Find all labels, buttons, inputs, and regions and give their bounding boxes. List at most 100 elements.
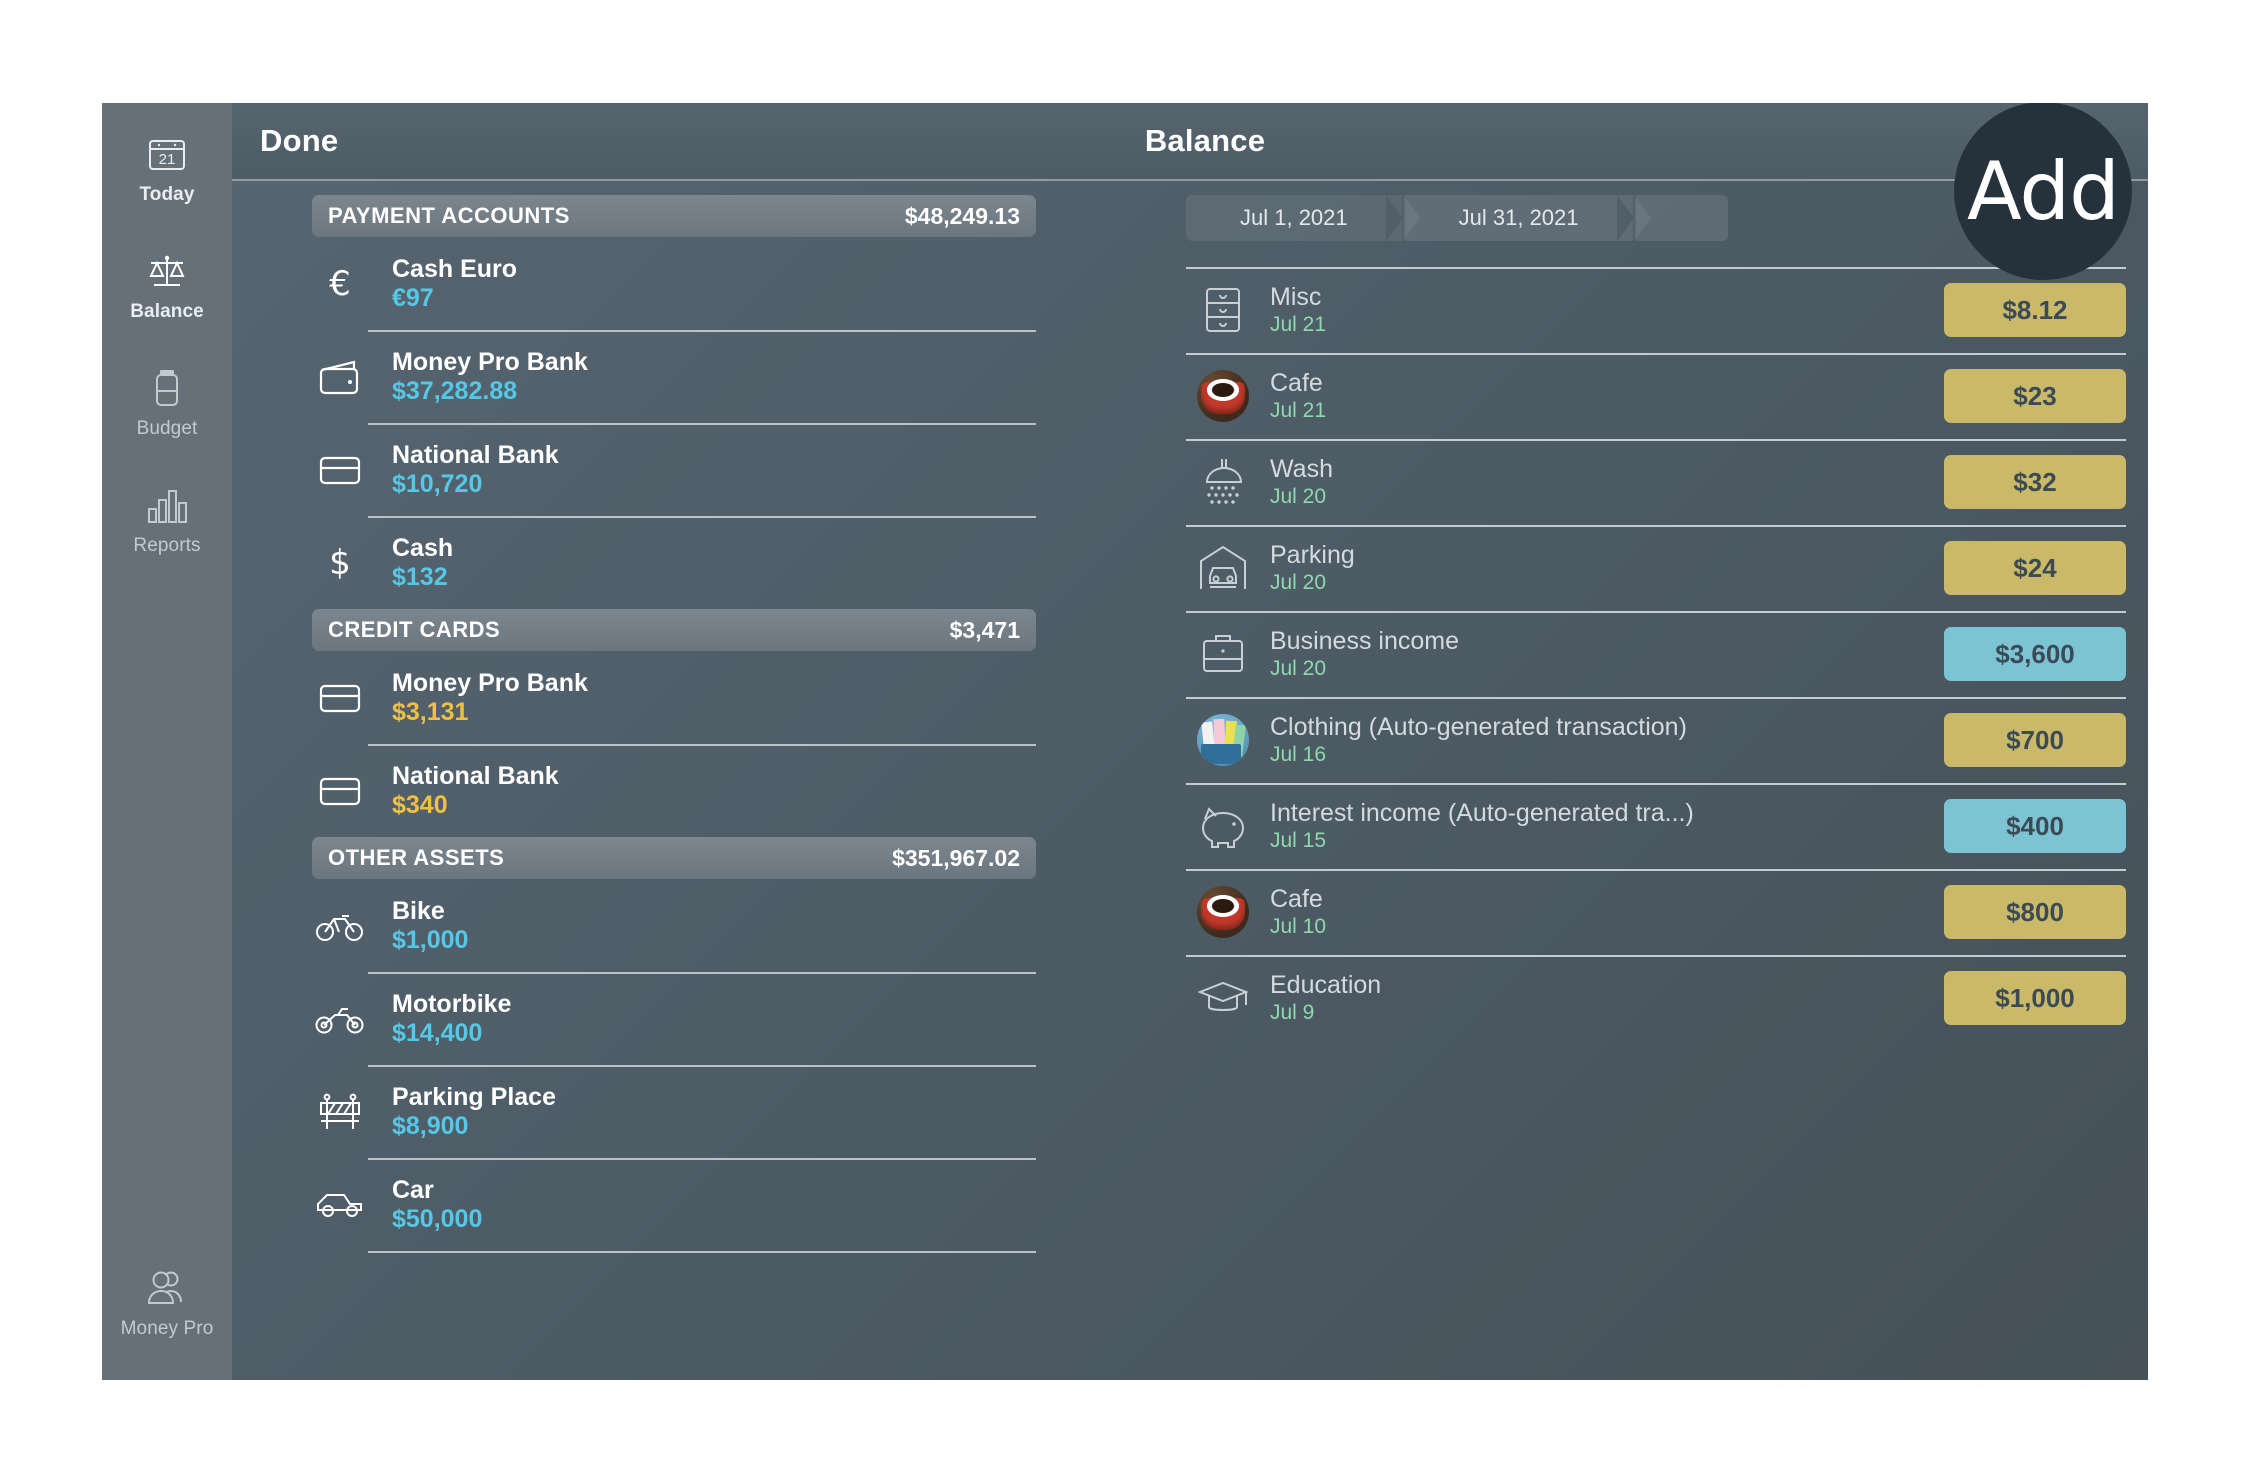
section-header-other-assets[interactable]: OTHER ASSETS $351,967.02: [312, 837, 1036, 879]
garage-car-icon: [1186, 543, 1260, 593]
file-cabinet-icon: [1186, 284, 1260, 336]
transaction-date: Jul 21: [1270, 399, 1327, 423]
transaction-row[interactable]: Interest income (Auto-generated tra...) …: [1186, 783, 2126, 869]
bar-chart-icon: [144, 482, 190, 528]
account-row[interactable]: Parking Place $8,900: [312, 1065, 1036, 1158]
section-total: $3,471: [949, 616, 1020, 643]
transaction-row[interactable]: Education Jul 9 $1,000: [1186, 955, 2126, 1041]
transaction-amount[interactable]: $32: [1944, 455, 2126, 509]
transaction-row[interactable]: Misc Jul 21 $8.12: [1186, 267, 2126, 353]
car-icon: [312, 1189, 368, 1221]
account-amount: $340: [392, 791, 448, 819]
page-title: Balance: [1144, 123, 1266, 158]
sidebar: 21 Today Balance Budget Reports Money Pr…: [102, 103, 232, 1380]
briefcase-icon: [1186, 631, 1260, 677]
sidebar-item-today[interactable]: 21 Today: [102, 131, 232, 206]
account-row[interactable]: Money Pro Bank $3,131: [312, 651, 1036, 744]
account-name: National Bank: [392, 761, 559, 790]
account-amount: €97: [392, 284, 434, 312]
transaction-name: Cafe: [1270, 369, 1323, 397]
sidebar-item-balance[interactable]: Balance: [102, 248, 232, 323]
account-name: Money Pro Bank: [392, 347, 588, 376]
transaction-row[interactable]: Business income Jul 20 $3,600: [1186, 611, 2126, 697]
transaction-name: Clothing (Auto-generated transaction): [1270, 713, 1687, 741]
sidebar-item-label: Balance: [130, 301, 204, 322]
clothing-icon: [1186, 714, 1260, 766]
transaction-list: Misc Jul 21 $8.12 Cafe Jul 21 $23 Wash J…: [1112, 267, 2148, 1041]
graduation-cap-icon: [1186, 976, 1260, 1020]
account-name: Cash: [392, 533, 454, 562]
motorbike-icon: [312, 1002, 368, 1036]
section-header-payment-accounts[interactable]: PAYMENT ACCOUNTS $48,249.13: [312, 195, 1036, 237]
date-to-segment[interactable]: Jul 31, 2021: [1404, 195, 1651, 241]
transaction-amount[interactable]: $1,000: [1944, 971, 2126, 1025]
section-name: PAYMENT ACCOUNTS: [328, 203, 570, 228]
account-row[interactable]: $ Cash $132: [312, 516, 1036, 609]
credit-card-icon: [312, 452, 368, 488]
account-row[interactable]: Money Pro Bank $37,282.88: [312, 330, 1036, 423]
piggy-bank-icon: [1186, 803, 1260, 849]
account-name: Cash Euro: [392, 254, 518, 283]
transaction-date: Jul 9: [1270, 1001, 1315, 1025]
titlebar: Done Balance: [232, 103, 2148, 181]
sidebar-item-label: Budget: [136, 418, 198, 439]
transaction-name: Wash: [1270, 455, 1333, 483]
transaction-name: Business income: [1270, 627, 1459, 655]
transaction-amount[interactable]: $24: [1944, 541, 2126, 595]
main-area: Done Balance PAYMENT ACCOUNTS $48,249.13…: [232, 103, 2148, 1380]
transaction-date: Jul 20: [1270, 657, 1327, 681]
transaction-row[interactable]: Parking Jul 20 $24: [1186, 525, 2126, 611]
shower-icon: [1186, 456, 1260, 508]
add-button[interactable]: Add: [1954, 103, 2132, 280]
sidebar-item-label: Today: [139, 184, 195, 205]
transaction-amount[interactable]: $23: [1944, 369, 2126, 423]
account-name: Motorbike: [392, 989, 512, 1018]
transaction-row[interactable]: Cafe Jul 21 $23: [1186, 353, 2126, 439]
account-row[interactable]: Motorbike $14,400: [312, 972, 1036, 1065]
transaction-amount[interactable]: $3,600: [1944, 627, 2126, 681]
transaction-name: Interest income (Auto-generated tra...): [1270, 799, 1694, 827]
transaction-date: Jul 21: [1270, 313, 1327, 337]
section-total: $48,249.13: [904, 202, 1020, 229]
account-name: Bike: [392, 896, 445, 925]
transaction-name: Cafe: [1270, 885, 1323, 913]
account-name: Parking Place: [392, 1082, 556, 1111]
account-row[interactable]: Car $50,000: [312, 1158, 1036, 1251]
transaction-amount[interactable]: $800: [1944, 885, 2126, 939]
account-name: National Bank: [392, 440, 559, 469]
sidebar-item-money-pro[interactable]: Money Pro: [102, 1265, 232, 1340]
two-people-icon: [144, 1265, 190, 1311]
sidebar-item-label: Reports: [133, 535, 201, 556]
sidebar-bottom: Money Pro: [102, 1265, 232, 1340]
transaction-name: Education: [1270, 971, 1382, 999]
svg-text:21: 21: [159, 151, 176, 168]
transaction-row[interactable]: Wash Jul 20 $32: [1186, 439, 2126, 525]
transaction-amount[interactable]: $700: [1944, 713, 2126, 767]
money-pro-window: 21 Today Balance Budget Reports Money Pr…: [102, 103, 2148, 1380]
transaction-row[interactable]: Clothing (Auto-generated transaction) Ju…: [1186, 697, 2126, 783]
account-row[interactable]: National Bank $10,720: [312, 423, 1036, 516]
done-button[interactable]: Done: [260, 123, 338, 159]
credit-card-icon: [312, 773, 368, 809]
account-row[interactable]: Bike $1,000: [312, 879, 1036, 972]
euro-symbol-icon: €: [329, 263, 351, 304]
content-body: PAYMENT ACCOUNTS $48,249.13 € Cash Euro …: [232, 181, 2148, 1380]
account-name: Money Pro Bank: [392, 668, 588, 697]
sidebar-item-budget[interactable]: Budget: [102, 365, 232, 440]
account-amount: $8,900: [392, 1112, 469, 1140]
transaction-row[interactable]: Cafe Jul 10 $800: [1186, 869, 2126, 955]
transaction-name: Misc: [1270, 283, 1322, 311]
transaction-amount[interactable]: $400: [1944, 799, 2126, 853]
transaction-date: Jul 20: [1270, 485, 1327, 509]
section-header-credit-cards[interactable]: CREDIT CARDS $3,471: [312, 609, 1036, 651]
account-row[interactable]: € Cash Euro €97: [312, 237, 1036, 330]
date-from-segment[interactable]: Jul 1, 2021: [1186, 195, 1420, 241]
dollar-symbol-icon: $: [329, 542, 351, 583]
section-name: OTHER ASSETS: [328, 845, 505, 870]
transaction-amount[interactable]: $8.12: [1944, 283, 2126, 337]
account-row[interactable]: National Bank $340: [312, 744, 1036, 837]
sidebar-item-reports[interactable]: Reports: [102, 482, 232, 557]
account-row-partial[interactable]: [312, 1251, 1036, 1291]
account-amount: $37,282.88: [392, 377, 518, 405]
account-amount: $14,400: [392, 1019, 483, 1047]
